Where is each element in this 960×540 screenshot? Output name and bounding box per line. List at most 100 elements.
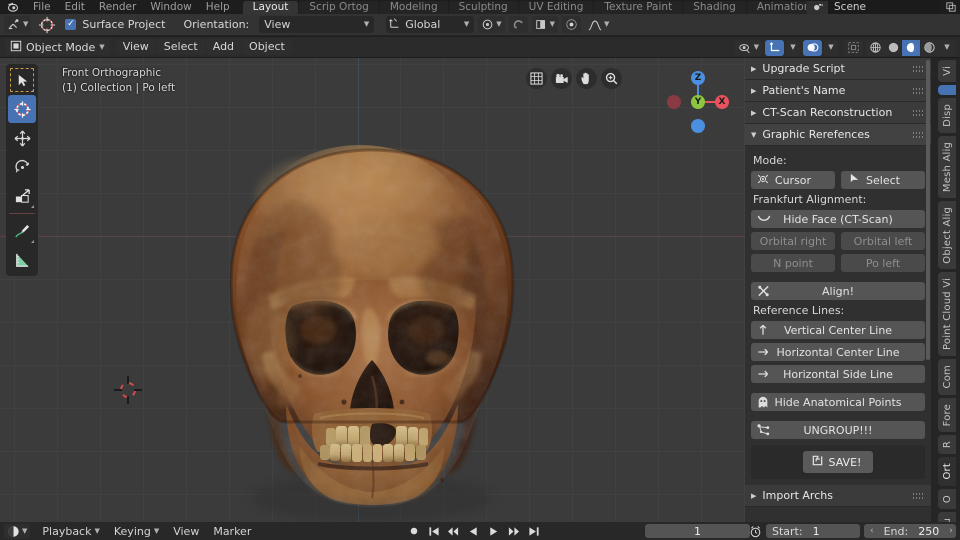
proportional-edit-icon[interactable] xyxy=(562,16,582,33)
save-button[interactable]: SAVE! xyxy=(802,451,874,473)
gizmo-dropdown[interactable]: ▼ xyxy=(786,39,800,56)
drag-grip-icon[interactable] xyxy=(913,493,924,499)
panel-section-patients-name[interactable]: ▶ Patient's Name xyxy=(745,80,931,102)
start-frame-field[interactable]: Start: 1 xyxy=(766,524,860,538)
side-tab-object-alig[interactable]: Object Alig xyxy=(938,200,956,270)
move-tool[interactable] xyxy=(8,124,36,152)
gizmo-icon[interactable] xyxy=(765,39,784,56)
measure-tool[interactable] xyxy=(8,246,36,274)
material-preview-shading-icon[interactable] xyxy=(902,39,920,56)
gizmo-axis-z[interactable]: Z xyxy=(691,71,705,85)
cursor-tool[interactable] xyxy=(8,95,36,123)
menu-file[interactable]: File xyxy=(26,0,58,14)
workspace-tab-uv-editing[interactable]: UV Editing xyxy=(518,1,594,14)
overlays-icon[interactable] xyxy=(803,39,822,56)
panel-section-import-archs[interactable]: ▶ Import Archs xyxy=(745,485,931,507)
drag-grip-icon[interactable] xyxy=(913,110,924,116)
side-tab-ort[interactable]: Ort xyxy=(938,457,956,486)
jump-to-prev-keyframe-icon[interactable] xyxy=(445,524,462,539)
transform-orientation-dropdown[interactable]: Global ▼ xyxy=(386,16,475,33)
hide-anatomical-points-button[interactable]: Hide Anatomical Points xyxy=(751,393,925,411)
current-frame-field[interactable]: 1 xyxy=(645,524,750,538)
side-tab-o[interactable]: O xyxy=(938,488,956,509)
snap-magnet-icon[interactable]: ▼ xyxy=(4,16,32,33)
pivot-point-icon[interactable]: ▼ xyxy=(478,16,505,33)
panel-section-graphic-rerefences[interactable]: ▼ Graphic Rerefences xyxy=(745,124,931,146)
rendered-shading-icon[interactable] xyxy=(920,40,938,56)
record-keyframe-icon[interactable] xyxy=(405,524,422,539)
orientation-dropdown[interactable]: View ▼ xyxy=(259,16,375,33)
panel-section-upgrade-script[interactable]: ▶ Upgrade Script xyxy=(745,58,931,80)
scene-name-field[interactable]: Scene xyxy=(828,0,940,14)
auto-keying-icon[interactable] xyxy=(749,525,762,538)
play-icon[interactable] xyxy=(485,524,502,539)
snap-to-increment-icon[interactable]: ▼ xyxy=(531,16,559,33)
align-button[interactable]: Align! xyxy=(751,282,925,300)
menu-help[interactable]: Help xyxy=(199,0,237,14)
play-reverse-icon[interactable] xyxy=(465,524,482,539)
menu-render[interactable]: Render xyxy=(92,0,143,14)
scene-widget[interactable]: ▾ Scene xyxy=(806,0,940,14)
tweak-select-box-tool[interactable] xyxy=(8,66,36,94)
blender-logo-icon[interactable] xyxy=(0,0,26,14)
side-tab-mesh-alig[interactable]: Mesh Alig xyxy=(938,135,956,198)
drag-grip-icon[interactable] xyxy=(913,66,924,72)
select-mode-button[interactable]: Select xyxy=(841,171,925,189)
scale-tool[interactable] xyxy=(8,182,36,210)
end-frame-field[interactable]: ‹ End: 250 › xyxy=(864,524,956,538)
po-left-button[interactable]: Po left xyxy=(841,254,925,272)
menu-window[interactable]: Window xyxy=(143,0,198,14)
side-tab-vi[interactable]: Vi xyxy=(938,60,956,82)
3d-cursor-icon[interactable] xyxy=(35,16,59,34)
cursor-mode-button[interactable]: Cursor xyxy=(751,171,835,189)
copy-icon[interactable] xyxy=(942,1,960,14)
drag-grip-icon[interactable] xyxy=(913,88,924,94)
jump-to-end-icon[interactable] xyxy=(525,524,542,539)
panel-scrollbar[interactable] xyxy=(926,60,930,360)
increment-arrow-icon[interactable]: › xyxy=(949,526,953,536)
jump-to-next-keyframe-icon[interactable] xyxy=(505,524,522,539)
falloff-curve-icon[interactable]: ▼ xyxy=(585,16,612,33)
ungroup-button[interactable]: UNGROUP!!! xyxy=(751,421,925,439)
decrement-arrow-icon[interactable]: ‹ xyxy=(870,526,874,536)
vertical-center-line-button[interactable]: Vertical Center Line xyxy=(751,321,925,339)
side-tab-fore[interactable]: Fore xyxy=(938,397,956,433)
side-tab-point-cloud-vi[interactable]: Point Cloud Vi xyxy=(938,272,956,357)
side-tab-com[interactable]: Com xyxy=(938,359,956,395)
rotate-tool[interactable] xyxy=(8,153,36,181)
orbital-right-button[interactable]: Orbital right xyxy=(751,232,835,250)
horizontal-side-line-button[interactable]: Horizontal Side Line xyxy=(751,365,925,383)
viewport-menu-add[interactable]: Add xyxy=(205,39,242,55)
workspace-tab-texture-paint[interactable]: Texture Paint xyxy=(594,1,683,14)
timeline-menu-keying[interactable]: Keying ▼ xyxy=(107,524,166,539)
panel-section-ct-scan-reconstruction[interactable]: ▶ CT-Scan Reconstruction xyxy=(745,102,931,124)
properties-panel[interactable]: ▶ Upgrade Script ▶ Patient's Name ▶ CT-S… xyxy=(745,58,931,522)
hide-face-ctscan-button[interactable]: Hide Face (CT-Scan) xyxy=(751,210,925,228)
timeline-menu-marker[interactable]: Marker xyxy=(206,524,258,539)
side-tab-r[interactable]: R xyxy=(938,435,956,455)
workspace-tab-modeling[interactable]: Modeling xyxy=(379,1,448,14)
side-tab-disp[interactable]: Disp xyxy=(938,97,956,133)
magnet-icon[interactable] xyxy=(508,16,528,33)
xray-icon[interactable] xyxy=(844,39,863,56)
annotate-tool[interactable] xyxy=(8,217,36,245)
skull-3d-model[interactable] xyxy=(0,58,745,522)
timeline-menu-playback[interactable]: Playback ▼ xyxy=(35,524,106,539)
axis-navigation-gizmo[interactable]: Z Y X xyxy=(667,66,729,133)
jump-to-start-icon[interactable] xyxy=(425,524,442,539)
gizmo-axis-y[interactable]: Y xyxy=(691,95,705,109)
wireframe-shading-icon[interactable] xyxy=(866,40,884,56)
gizmo-axis-neg-x[interactable] xyxy=(667,95,681,109)
3d-viewport[interactable]: Front Orthographic (1) Collection | Po l… xyxy=(0,58,745,522)
pan-view-icon[interactable] xyxy=(576,68,597,89)
timeline-menu-view[interactable]: View xyxy=(166,524,206,539)
drag-grip-icon[interactable] xyxy=(913,132,924,138)
horizontal-center-line-button[interactable]: Horizontal Center Line xyxy=(751,343,925,361)
gizmo-axis-neg-z[interactable] xyxy=(691,119,705,133)
orbital-left-button[interactable]: Orbital left xyxy=(841,232,925,250)
viewport-menu-object[interactable]: Object xyxy=(242,39,292,55)
mode-dropdown[interactable]: Object Mode ▼ xyxy=(5,39,110,55)
toggle-grid-icon[interactable] xyxy=(526,68,547,89)
gizmo-axis-x[interactable]: X xyxy=(715,95,729,109)
n-point-button[interactable]: N point xyxy=(751,254,835,272)
